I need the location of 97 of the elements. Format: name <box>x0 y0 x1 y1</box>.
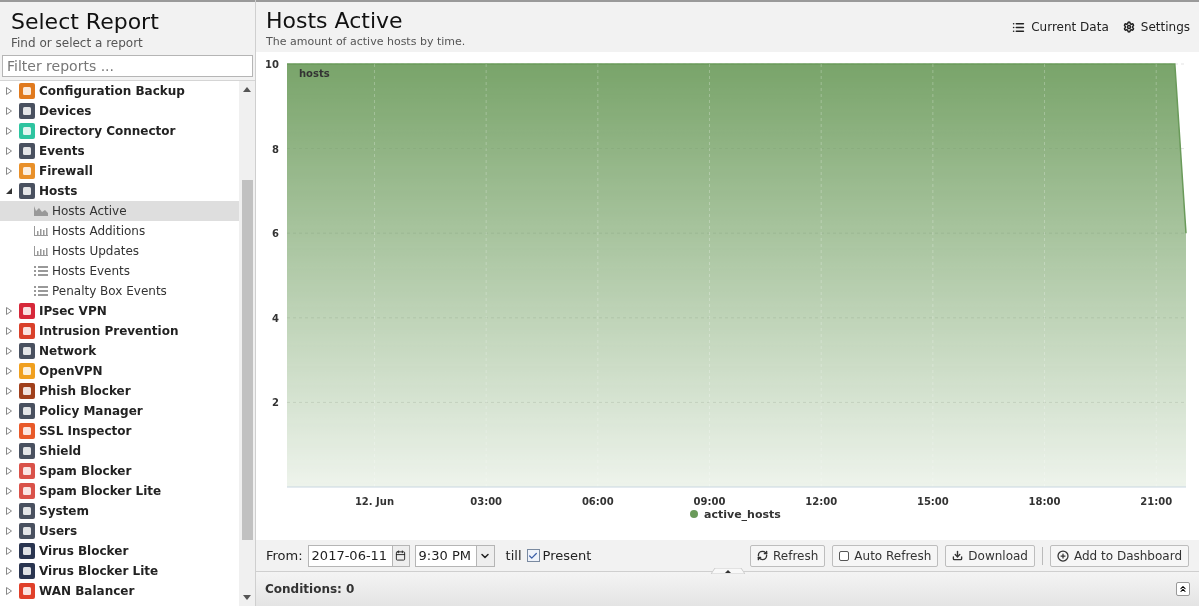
calendar-icon[interactable] <box>395 550 407 561</box>
sidebar-title: Select Report <box>11 8 160 36</box>
expand-triangle-icon[interactable] <box>5 566 13 576</box>
collapse-button[interactable] <box>1176 582 1190 596</box>
tree-item[interactable]: Virus Blocker <box>0 541 239 561</box>
expand-triangle-icon[interactable] <box>5 446 13 456</box>
list-icon <box>34 266 48 276</box>
download-icon <box>952 550 964 561</box>
header-link[interactable]: Settings <box>1122 18 1190 36</box>
x-tick-label: 03:00 <box>470 496 503 507</box>
x-tick-label: 12:00 <box>805 496 838 507</box>
expand-triangle-icon[interactable] <box>5 426 13 436</box>
y-tick-label: 10 <box>265 59 279 70</box>
toolbar-button[interactable]: Download <box>945 544 1035 567</box>
expand-triangle-icon[interactable] <box>5 166 13 176</box>
header-link[interactable]: Current Data <box>1012 18 1109 36</box>
list-icon <box>34 286 48 296</box>
expand-triangle-icon[interactable] <box>5 526 13 536</box>
x-tick-label: 12. Jun <box>354 496 395 507</box>
x-tick-label: 09:00 <box>693 496 726 507</box>
toggle-button[interactable]: Auto Refresh <box>832 544 939 567</box>
tree-item[interactable]: Events <box>0 141 239 161</box>
toolbar-button[interactable]: Add to Dashboard <box>1050 544 1189 567</box>
add-icon <box>1057 549 1069 562</box>
expand-triangle-icon[interactable] <box>5 106 13 116</box>
present-label: Present <box>542 546 592 565</box>
y-axis-title: hosts <box>299 68 330 79</box>
collapse-icon <box>1178 584 1188 594</box>
expand-triangle-icon[interactable] <box>5 306 13 316</box>
scroll-up-icon[interactable] <box>243 87 251 92</box>
report-item[interactable]: Penalty Box Events <box>0 281 239 301</box>
report-item[interactable]: Hosts Updates <box>0 241 239 261</box>
expand-triangle-icon[interactable] <box>5 326 13 336</box>
settings-icon <box>1122 21 1135 33</box>
expand-triangle-icon[interactable] <box>5 146 13 156</box>
checkbox[interactable] <box>839 550 850 561</box>
expand-triangle-icon[interactable] <box>5 346 13 356</box>
tree-item[interactable]: Phish Blocker <box>0 381 239 401</box>
tree-item[interactable]: Devices <box>0 101 239 121</box>
tree-item[interactable]: Network <box>0 341 239 361</box>
report-title: Hosts Active <box>266 7 404 35</box>
expand-triangle-icon[interactable] <box>5 406 13 416</box>
tree-item[interactable]: Configuration Backup <box>0 81 239 101</box>
tree-item[interactable]: System <box>0 501 239 521</box>
y-tick-label: 4 <box>272 312 279 324</box>
y-tick-label: 2 <box>272 397 279 409</box>
tree-item[interactable]: Policy Manager <box>0 401 239 421</box>
collapse-triangle-icon[interactable] <box>5 186 13 196</box>
expand-triangle-icon[interactable] <box>5 586 13 596</box>
report-item[interactable]: Hosts Active <box>0 201 239 221</box>
area-chart-icon <box>34 206 48 216</box>
list-icon <box>1012 20 1026 34</box>
tree-item[interactable]: Virus Blocker Lite <box>0 561 239 581</box>
tree-item[interactable]: Directory Connector <box>0 121 239 141</box>
bar-chart-icon <box>34 246 48 256</box>
y-tick-label: 6 <box>272 228 279 240</box>
date-field[interactable]: 2017-06-11 <box>307 544 410 567</box>
legend-label[interactable]: active_hosts <box>704 508 781 521</box>
expand-triangle-icon[interactable] <box>5 466 13 476</box>
time-field[interactable]: 9:30 PM <box>414 544 495 567</box>
till-label: till <box>505 546 522 565</box>
x-tick-label: 06:00 <box>581 496 614 507</box>
refresh-icon <box>757 550 768 561</box>
tree-item[interactable]: Firewall <box>0 161 239 181</box>
tree-item[interactable]: Spam Blocker <box>0 461 239 481</box>
x-tick-label: 15:00 <box>916 496 949 507</box>
report-description: The amount of active hosts by time. <box>266 35 466 48</box>
bar-chart-icon <box>34 226 48 236</box>
x-tick-label: 18:00 <box>1028 496 1061 507</box>
filter-field[interactable]: Filter reports ... <box>2 55 253 77</box>
expand-triangle-icon[interactable] <box>5 386 13 396</box>
report-item[interactable]: Hosts Additions <box>0 221 239 241</box>
tree-item[interactable]: OpenVPN <box>0 361 239 381</box>
tree-item[interactable]: IPsec VPN <box>0 301 239 321</box>
from-label: From: <box>266 546 303 565</box>
report-item[interactable]: Hosts Events <box>0 261 239 281</box>
x-tick-label: 21:00 <box>1140 496 1173 507</box>
sidebar-subtitle: Find or select a report <box>11 36 144 50</box>
y-tick-label: 8 <box>272 143 279 155</box>
present-checkbox[interactable] <box>526 549 540 562</box>
tree-item[interactable]: Spam Blocker Lite <box>0 481 239 501</box>
toolbar-button[interactable]: Refresh <box>750 544 826 567</box>
tree-item[interactable]: Shield <box>0 441 239 461</box>
expand-triangle-icon[interactable] <box>5 86 13 96</box>
tree-item[interactable]: Users <box>0 521 239 541</box>
conditions-label: Conditions: 0 <box>265 581 355 598</box>
tree-item[interactable]: Hosts <box>0 181 239 201</box>
expand-triangle-icon[interactable] <box>5 546 13 556</box>
tree-item[interactable]: SSL Inspector <box>0 421 239 441</box>
expand-triangle-icon[interactable] <box>5 486 13 496</box>
expand-triangle-icon[interactable] <box>5 506 13 516</box>
tree-item[interactable]: Intrusion Prevention <box>0 321 239 341</box>
splitter-handle-icon[interactable] <box>710 568 745 574</box>
tree-item[interactable]: WAN Balancer <box>0 581 239 601</box>
expand-triangle-icon[interactable] <box>5 366 13 376</box>
expand-triangle-icon[interactable] <box>5 126 13 136</box>
scroll-down-icon[interactable] <box>243 595 251 600</box>
